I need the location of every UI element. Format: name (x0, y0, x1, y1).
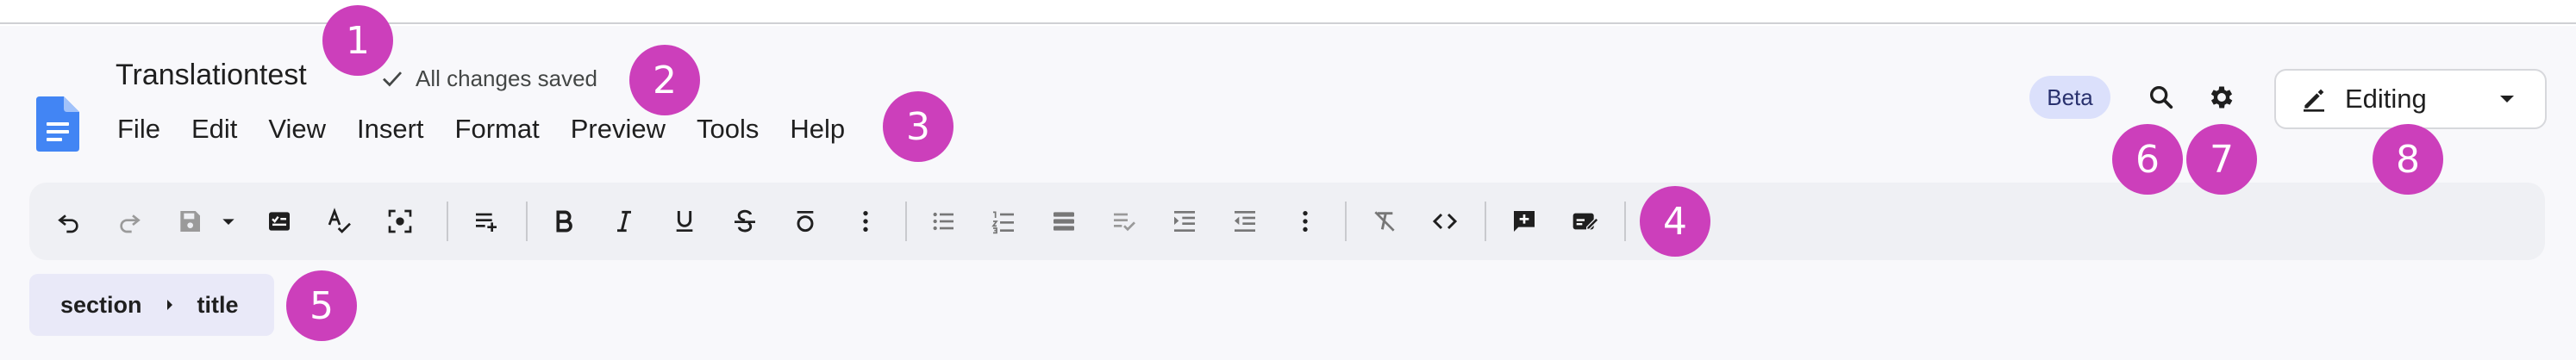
bold-button[interactable] (541, 199, 586, 244)
clear-formatting-button[interactable] (1362, 199, 1407, 244)
suggest-edit-button[interactable] (1562, 199, 1607, 244)
overline-icon (797, 211, 814, 233)
mode-selector[interactable]: Editing (2274, 69, 2547, 129)
italic-button[interactable] (602, 199, 647, 244)
checklist-icon (1114, 213, 1135, 232)
more-list-button[interactable] (1283, 199, 1328, 244)
check-icon (383, 71, 403, 87)
save-icon (180, 211, 200, 232)
undo-icon (58, 214, 78, 233)
indent-button[interactable] (1162, 199, 1207, 244)
search-button[interactable] (2138, 74, 2185, 121)
chevron-down-icon (2500, 96, 2514, 102)
numbered-list-icon (991, 211, 1014, 234)
block-list-button[interactable] (1041, 199, 1086, 244)
outdent-icon (1235, 211, 1255, 232)
search-icon (2149, 85, 2173, 109)
toolbar-divider (447, 202, 448, 241)
indent-icon (1174, 211, 1195, 232)
breadcrumb-item-section[interactable]: section (60, 292, 142, 319)
insert-line-icon (476, 213, 497, 232)
strikethrough-button[interactable] (722, 199, 767, 244)
dropdown-icon (222, 219, 234, 225)
overline-button[interactable] (783, 199, 828, 244)
insert-paragraph-button[interactable] (464, 199, 509, 244)
beta-badge: Beta (2029, 76, 2110, 119)
menu-insert[interactable]: Insert (341, 109, 440, 150)
toolbar-divider (905, 202, 907, 241)
save-button[interactable] (167, 199, 212, 244)
settings-button[interactable] (2198, 74, 2245, 121)
toolbar-divider (1624, 202, 1626, 241)
annotation-marker-5: 5 (286, 270, 357, 341)
underline-icon (676, 211, 693, 232)
menu-file[interactable]: File (102, 109, 176, 150)
outdent-button[interactable] (1222, 199, 1267, 244)
code-button[interactable] (1422, 199, 1467, 244)
more-icon (1303, 211, 1308, 232)
toolbar-divider (526, 202, 528, 241)
underline-button[interactable] (662, 199, 707, 244)
list-icon (1054, 212, 1074, 231)
chevron-right-icon (166, 300, 172, 310)
annotation-marker-3: 3 (883, 91, 953, 162)
focus-icon (388, 209, 412, 233)
toolbar-divider (1485, 202, 1486, 241)
undo-button[interactable] (47, 199, 91, 244)
annotation-marker-1: 1 (322, 5, 393, 76)
breadcrumb-item-title[interactable]: title (197, 292, 239, 319)
annotation-marker-7: 7 (2186, 124, 2257, 195)
annotation-marker-8: 8 (2373, 124, 2443, 195)
menu-edit[interactable]: Edit (176, 109, 253, 150)
suggest-edit-icon (1572, 213, 1598, 230)
annotation-marker-6: 6 (2112, 124, 2183, 195)
more-formatting-button[interactable] (843, 199, 888, 244)
mode-label: Editing (2345, 84, 2427, 114)
add-comment-button[interactable] (1502, 199, 1547, 244)
focus-mode-button[interactable] (378, 199, 422, 244)
document-icon (36, 96, 79, 152)
more-icon (863, 211, 868, 232)
numbered-list-button[interactable] (981, 199, 1026, 244)
spellcheck-button[interactable] (317, 199, 362, 244)
menu-format[interactable]: Format (440, 109, 555, 150)
toolbar-divider (1345, 202, 1347, 241)
redo-icon (120, 214, 141, 233)
clear-format-icon (1374, 211, 1395, 232)
italic-icon (617, 210, 631, 233)
bold-icon (556, 210, 572, 233)
bulleted-list-button[interactable] (921, 199, 966, 244)
strikethrough-icon (735, 209, 755, 233)
editor-app: Translationtest All changes saved File E… (0, 5, 2576, 360)
document-title[interactable]: Translationtest (116, 59, 307, 92)
redo-button[interactable] (107, 199, 152, 244)
menu-bar: File Edit View Insert Format Preview Too… (102, 109, 860, 150)
bulleted-list-icon (933, 212, 953, 231)
add-comment-icon (1514, 211, 1535, 232)
pencil-icon (2304, 89, 2324, 112)
menu-tools[interactable]: Tools (681, 109, 774, 150)
spellcheck-icon (328, 208, 351, 233)
annotation-marker-4: 4 (1640, 186, 1710, 257)
checklist-icon (269, 212, 290, 231)
code-icon (1432, 213, 1458, 230)
formatting-toolbar (29, 183, 2545, 260)
gear-icon (2210, 86, 2233, 109)
annotation-marker-2: 2 (629, 45, 700, 115)
task-list-button[interactable] (257, 199, 302, 244)
menu-help[interactable]: Help (774, 109, 860, 150)
menu-view[interactable]: View (253, 109, 341, 150)
checklist-button[interactable] (1102, 199, 1147, 244)
breadcrumb: section title (29, 274, 274, 336)
save-dropdown-button[interactable] (214, 199, 243, 244)
save-status-text: All changes saved (416, 65, 598, 91)
save-status: All changes saved (379, 64, 597, 93)
